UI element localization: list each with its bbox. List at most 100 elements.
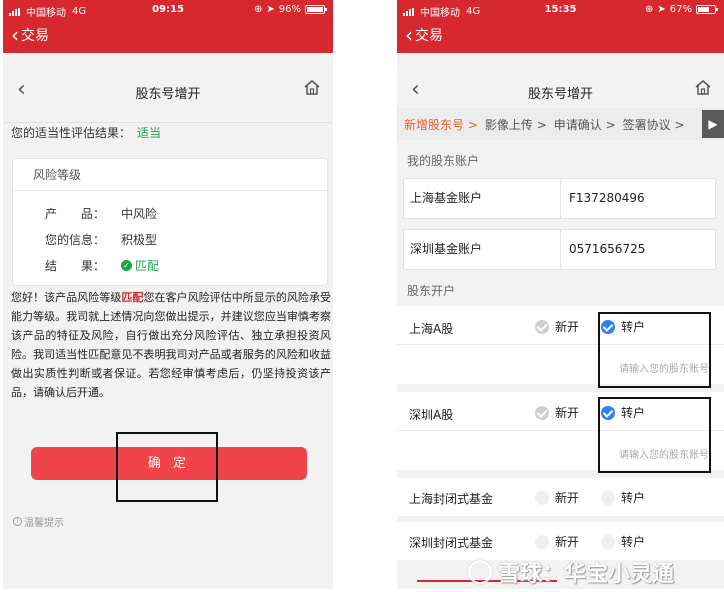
notice-highlight: 匹配 xyxy=(121,291,144,304)
battery-percent: 67% xyxy=(669,4,692,15)
option-transfer[interactable]: 转户 xyxy=(601,533,645,550)
back-to-trade-button[interactable]: ‹ 交易 xyxy=(405,25,443,45)
lock-rotation-icon: ⊕ xyxy=(644,4,654,15)
risk-row-key: 您的信息： xyxy=(45,233,106,247)
risk-row-product: 产 品： 中风险 xyxy=(45,205,157,222)
option-transfer[interactable]: 转户 xyxy=(601,404,645,421)
open-account-label: 股东开户 xyxy=(407,284,456,298)
option-transfer[interactable]: 转户 xyxy=(601,489,645,506)
step-tab-add-account[interactable]: 新增股东号 > xyxy=(397,116,478,133)
risk-row-result: 结 果： ✓ 匹配 xyxy=(45,257,159,274)
step-tab-confirm[interactable]: 申请确认 > xyxy=(547,116,616,133)
home-icon[interactable] xyxy=(694,79,712,99)
risk-notice: 您好！该产品风险等级匹配您在客户风险评估中所显示的风险承受能力等级。我司就上述情… xyxy=(11,288,331,402)
row-name: 上海A股 xyxy=(409,322,454,336)
divider xyxy=(397,344,724,345)
suitability-result: 您的适当性评估结果： 适当 xyxy=(11,124,161,141)
battery-icon xyxy=(305,5,327,14)
status-right: ⊕ ➤ 96% xyxy=(253,4,327,15)
option-transfer[interactable]: 转户 xyxy=(601,318,645,335)
location-icon: ➤ xyxy=(657,4,666,15)
step-tab-image-upload[interactable]: 影像上传 > xyxy=(478,116,547,133)
radio-icon xyxy=(601,490,615,505)
account-number: F137280496 xyxy=(569,191,645,205)
shareholder-account-input[interactable]: 请输入您的股东账号 xyxy=(619,446,709,461)
page-title: 股东号增开 xyxy=(527,87,593,102)
check-circle-icon xyxy=(601,319,615,334)
option-label: 转户 xyxy=(621,320,646,334)
row-name: 上海封闭式基金 xyxy=(409,492,494,506)
risk-row-key: 产 品： xyxy=(45,207,106,221)
option-label: 新开 xyxy=(555,406,580,420)
account-card-sz: 深圳基金账户 0571656725 xyxy=(403,229,716,270)
option-label: 新开 xyxy=(555,320,580,334)
check-circle-icon: ✓ xyxy=(121,260,132,271)
location-icon: ➤ xyxy=(266,4,275,15)
my-accounts-label: 我的股东账户 xyxy=(407,154,480,168)
account-name: 上海基金账户 xyxy=(404,179,561,218)
open-row-sh-a: 上海A股 新开 转户 请输入您的股东账号 xyxy=(397,306,724,384)
risk-row-value: 中风险 xyxy=(121,207,158,221)
option-new[interactable]: 新开 xyxy=(535,318,579,335)
more-steps-icon[interactable]: ▶ xyxy=(702,110,724,138)
risk-row-value: ✓ 匹配 xyxy=(121,257,159,274)
result-label: 您的适当性评估结果： xyxy=(11,126,132,140)
back-to-trade-button[interactable]: ‹ 交易 xyxy=(11,25,49,45)
check-circle-icon xyxy=(535,405,549,420)
risk-row-info: 您的信息： 积极型 xyxy=(45,231,157,248)
tip-label: 温馨提示 xyxy=(24,518,64,529)
radio-icon xyxy=(601,534,615,549)
shareholder-account-input[interactable]: 请输入您的股东账号 xyxy=(619,360,709,375)
open-row-sz-fund: 深圳封闭式基金 新开 转户 xyxy=(397,522,724,560)
divider xyxy=(397,430,724,431)
tip-link[interactable]: i 温馨提示 xyxy=(13,514,64,529)
app-header: ‹ 交易 xyxy=(397,20,724,53)
option-new[interactable]: 新开 xyxy=(535,489,579,506)
option-label: 转户 xyxy=(621,406,646,420)
status-right: ⊕ ➤ 67% xyxy=(644,4,718,15)
step-tab-sign[interactable]: 签署协议 > xyxy=(616,116,685,133)
match-text: 匹配 xyxy=(135,259,160,273)
status-bar: 中国移动 4G 15:35 ⊕ ➤ 67% xyxy=(397,0,724,20)
account-number: 0571656725 xyxy=(569,242,646,256)
notice-part1: 您好！该产品风险等级 xyxy=(11,291,122,304)
home-icon[interactable] xyxy=(303,79,321,99)
option-label: 新开 xyxy=(555,535,580,549)
right-phone-screen: 中国移动 4G 15:35 ⊕ ➤ 67% ‹ 交易 ‹ 股东号增开 新增股东号… xyxy=(397,0,724,589)
status-bar: 中国移动 4G 09:15 ⊕ ➤ 96% xyxy=(3,0,333,20)
risk-card-title: 风险等级 xyxy=(13,159,327,191)
option-label: 转户 xyxy=(621,491,646,505)
nav-bar: ‹ 股东号增开 xyxy=(3,53,333,123)
risk-row-value: 积极型 xyxy=(121,233,158,247)
radio-icon xyxy=(535,534,549,549)
chevron-left-icon: ‹ xyxy=(405,23,413,47)
confirm-button[interactable]: 确 定 xyxy=(31,447,307,480)
option-label: 新开 xyxy=(555,491,580,505)
battery-percent: 96% xyxy=(278,4,301,15)
option-label: 转户 xyxy=(621,535,646,549)
open-row-sh-fund: 上海封闭式基金 新开 转户 xyxy=(397,478,724,516)
result-value: 适当 xyxy=(137,126,162,140)
back-label: 交易 xyxy=(415,28,443,44)
open-row-sz-a: 深圳A股 新开 转户 请输入您的股东账号 xyxy=(397,392,724,470)
check-circle-icon xyxy=(601,405,615,420)
option-new[interactable]: 新开 xyxy=(535,404,579,421)
watermark: 雪球：华宝小灵通 xyxy=(468,556,674,588)
notice-part2: 您在客户风险评估中所显示的风险承受能力等级。我司就上述情况向您做出提示，并建议您… xyxy=(11,291,332,399)
account-name: 深圳基金账户 xyxy=(404,230,561,269)
row-name: 深圳封闭式基金 xyxy=(409,536,494,550)
snowball-logo-icon xyxy=(468,560,492,584)
risk-row-key: 结 果： xyxy=(45,259,106,273)
option-new[interactable]: 新开 xyxy=(535,533,579,550)
info-icon: i xyxy=(13,517,22,526)
app-header: ‹ 交易 xyxy=(3,20,333,53)
lock-rotation-icon: ⊕ xyxy=(253,4,263,15)
row-name: 深圳A股 xyxy=(409,408,454,422)
left-phone-screen: 中国移动 4G 09:15 ⊕ ➤ 96% ‹ 交易 ‹ 股东号增开 您的适当性… xyxy=(3,0,333,589)
page-title: 股东号增开 xyxy=(135,87,201,102)
chevron-left-icon: ‹ xyxy=(11,23,19,47)
watermark-text: 雪球：华宝小灵通 xyxy=(498,562,675,587)
battery-icon xyxy=(696,5,718,14)
back-label: 交易 xyxy=(21,28,49,44)
risk-level-card: 风险等级 产 品： 中风险 您的信息： 积极型 结 果： ✓ 匹配 xyxy=(12,158,328,286)
